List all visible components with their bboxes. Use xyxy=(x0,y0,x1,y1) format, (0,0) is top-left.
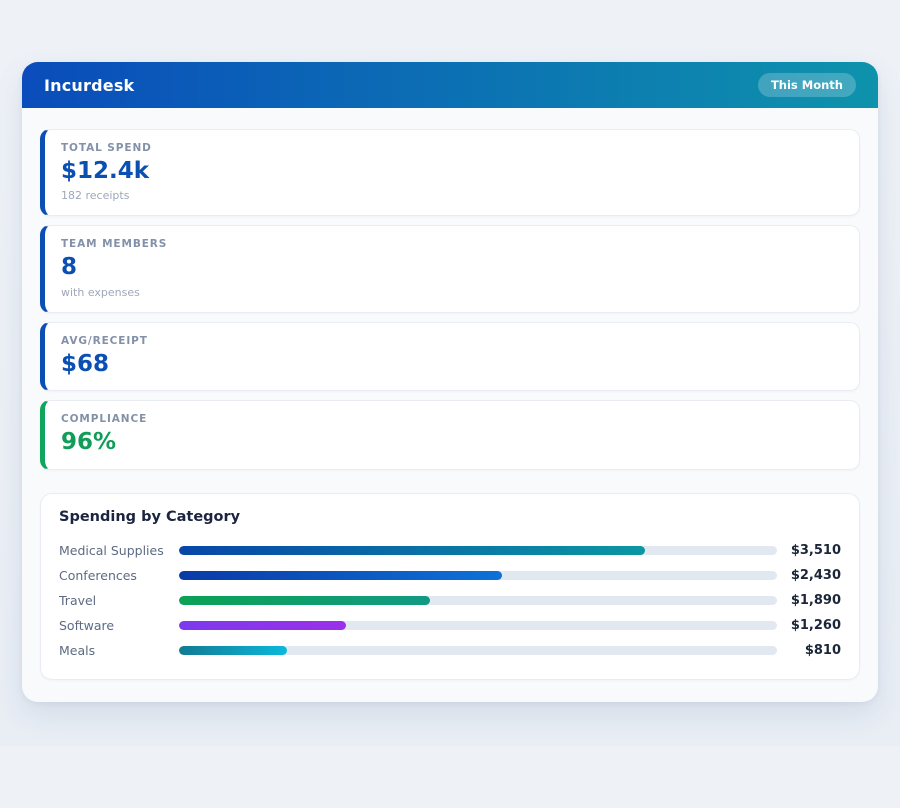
stat-value: 8 xyxy=(61,254,843,280)
bar-track xyxy=(179,646,777,655)
chart-title: Spending by Category xyxy=(59,509,841,525)
chart-row: Conferences $2,430 xyxy=(59,563,841,588)
chart-row: Meals $810 xyxy=(59,638,841,663)
stat-label: TOTAL SPEND xyxy=(61,142,843,154)
spending-by-category-chart: Spending by Category Medical Supplies $3… xyxy=(40,493,860,680)
category-label: Medical Supplies xyxy=(59,543,179,558)
stat-value: 96% xyxy=(61,429,843,455)
category-value: $1,890 xyxy=(777,593,841,608)
stat-subtext: 182 receipts xyxy=(61,189,843,202)
chart-row: Travel $1,890 xyxy=(59,588,841,613)
category-label: Conferences xyxy=(59,568,179,583)
period-badge[interactable]: This Month xyxy=(758,73,856,97)
stat-subtext: with expenses xyxy=(61,286,843,299)
category-value: $3,510 xyxy=(777,543,841,558)
stat-label: TEAM MEMBERS xyxy=(61,238,843,250)
stat-card-avg-receipt: AVG/RECEIPT $68 xyxy=(40,322,860,391)
category-label: Meals xyxy=(59,643,179,658)
stat-value: $12.4k xyxy=(61,158,843,184)
app-title: Incurdesk xyxy=(44,76,134,95)
chart-row: Software $1,260 xyxy=(59,613,841,638)
category-value: $810 xyxy=(777,643,841,658)
stat-card-team-members: TEAM MEMBERS 8 with expenses xyxy=(40,225,860,312)
stat-card-total-spend: TOTAL SPEND $12.4k 182 receipts xyxy=(40,129,860,216)
category-label: Software xyxy=(59,618,179,633)
bar-fill-medical-supplies xyxy=(179,546,645,555)
stat-label: AVG/RECEIPT xyxy=(61,335,843,347)
bar-fill-meals xyxy=(179,646,287,655)
dashboard-body: TOTAL SPEND $12.4k 182 receipts TEAM MEM… xyxy=(22,108,878,702)
app-header: Incurdesk This Month xyxy=(22,62,878,108)
category-label: Travel xyxy=(59,593,179,608)
chart-row: Medical Supplies $3,510 xyxy=(59,538,841,563)
stat-card-compliance: COMPLIANCE 96% xyxy=(40,400,860,469)
category-value: $2,430 xyxy=(777,568,841,583)
bar-track xyxy=(179,546,777,555)
bar-track xyxy=(179,621,777,630)
bar-track xyxy=(179,571,777,580)
dashboard-panel: Incurdesk This Month TOTAL SPEND $12.4k … xyxy=(22,62,878,702)
category-value: $1,260 xyxy=(777,618,841,633)
bar-track xyxy=(179,596,777,605)
stat-label: COMPLIANCE xyxy=(61,413,843,425)
bar-fill-travel xyxy=(179,596,430,605)
bar-fill-conferences xyxy=(179,571,502,580)
bar-fill-software xyxy=(179,621,346,630)
stat-value: $68 xyxy=(61,351,843,377)
